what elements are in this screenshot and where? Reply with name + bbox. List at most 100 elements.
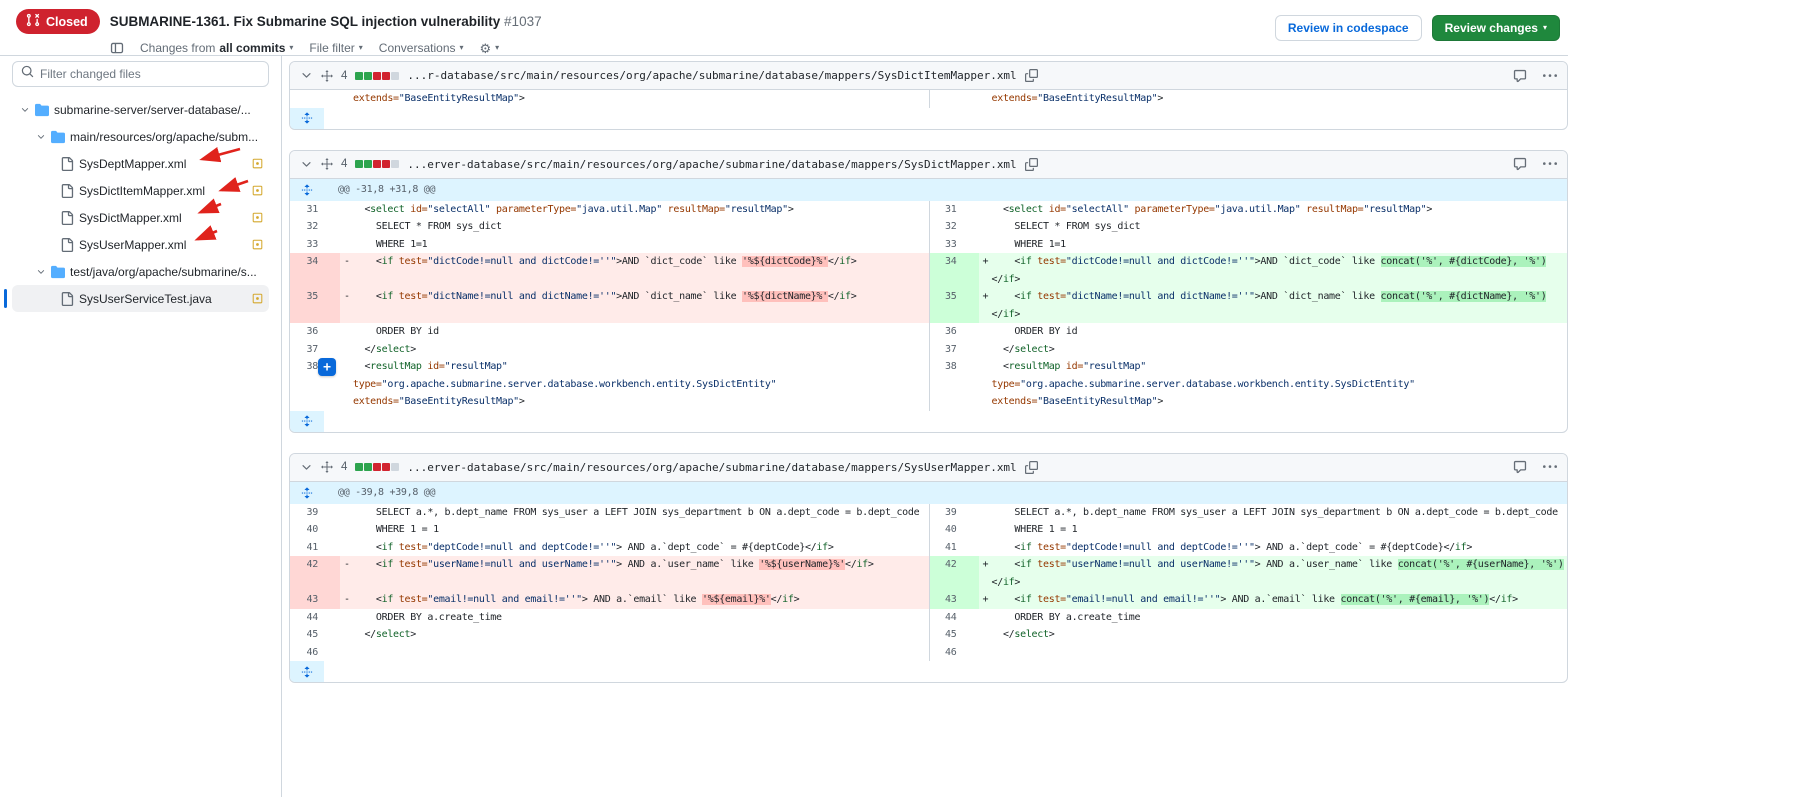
diff-row: 38 <resultMap id="resultMap" type="org.a… [290,358,1567,411]
expand-diff-button[interactable] [290,108,324,129]
code-segment: > AND a.`dept_code` = #{deptCode}</ [616,542,816,553]
line-number[interactable]: 34 [929,253,979,288]
tree-file-sysusermapper-xml[interactable]: SysUserMapper.xml [12,231,269,258]
code-segment: > [1049,629,1055,640]
code-line: <resultMap id="resultMap" [979,358,1568,376]
code-cell: <if test="deptCode!=null and deptCode!='… [979,539,1568,557]
code-line: </if> [979,306,1568,324]
file-filter-box [12,61,269,87]
expand-diff-button[interactable] [290,661,324,682]
file-menu-button[interactable] [1543,157,1557,171]
diff-settings-gear[interactable]: ⚙ ▾ [480,42,500,55]
code-segment: </ [771,594,782,605]
code-cell: WHERE 1=1 [340,236,929,254]
code-segment: SELECT a.*, b.dept_name FROM sys_user a … [353,507,919,518]
line-number[interactable]: 46 [290,644,340,662]
line-number[interactable]: 37 [290,341,340,359]
comments-toggle-button[interactable] [1513,69,1527,83]
line-number[interactable] [929,90,979,108]
line-number[interactable]: 31 [929,201,979,219]
collapse-file-button[interactable] [300,69,313,82]
copy-path-button[interactable] [1025,461,1038,474]
copy-path-button[interactable] [1025,158,1038,171]
code-segment: resultMap= [662,204,725,215]
line-number[interactable]: 43 [290,591,340,609]
copy-path-button[interactable] [1025,69,1038,82]
line-number[interactable]: 45 [290,626,340,644]
tree-file-sysuserservicetest-java[interactable]: SysUserServiceTest.java [12,285,269,312]
file-path[interactable]: ...erver-database/src/main/resources/org… [407,158,1016,171]
expand-diff-button[interactable] [290,411,324,432]
line-number[interactable]: 42 [929,556,979,591]
changes-from-dropdown[interactable]: Changes from all commits ▾ [140,41,293,55]
code-line: ORDER BY id [979,323,1568,341]
move-icon [321,461,333,473]
tree-item-label: SysUserMapper.xml [79,238,186,252]
tree-folder-main-resources-org-apache-subm[interactable]: main/resources/org/apache/subm... [12,123,269,150]
tree-file-sysdictmapper-xml[interactable]: SysDictMapper.xml [12,204,269,231]
comments-toggle-button[interactable] [1513,157,1527,171]
line-number[interactable]: 33 [290,236,340,254]
line-number[interactable]: 39 [290,504,340,522]
diff-row: 39 SELECT a.*, b.dept_name FROM sys_user… [290,504,1567,522]
line-number[interactable]: 36 [290,323,340,341]
comments-toggle-button[interactable] [1513,460,1527,474]
modified-icon [252,158,263,169]
code-line: </select> [979,626,1568,644]
diff-sign [979,626,992,644]
file-path[interactable]: ...r-database/src/main/resources/org/apa… [407,69,1016,82]
line-number[interactable]: 32 [929,218,979,236]
line-number[interactable]: 39 [929,504,979,522]
file-filter-input[interactable] [40,67,260,81]
tree-folder-test-java-org-apache-submarine-s[interactable]: test/java/org/apache/submarine/s... [12,258,269,285]
line-number[interactable]: 37 [929,341,979,359]
line-number[interactable]: 43 [929,591,979,609]
code-segment: WHERE 1 = 1 [992,524,1078,535]
line-number[interactable]: 32 [290,218,340,236]
conversations-dropdown[interactable]: Conversations ▾ [379,41,464,55]
code-segment: if [1020,256,1031,267]
code-line: SELECT * FROM sys_dict [340,218,929,236]
expand-hunk-button[interactable] [290,179,324,201]
collapse-file-button[interactable] [300,158,313,171]
diffstat-square-del [382,160,390,168]
add-comment-button[interactable]: + [318,358,336,376]
line-number[interactable]: 33 [929,236,979,254]
code-segment: "BaseEntityResultMap" [399,93,519,104]
file-menu-button[interactable] [1543,69,1557,83]
line-number[interactable]: 44 [929,609,979,627]
file-menu-button[interactable] [1543,460,1557,474]
line-number[interactable]: 35 [290,288,340,323]
diff-row: 44 ORDER BY a.create_time44 ORDER BY a.c… [290,609,1567,627]
line-number[interactable]: 44 [290,609,340,627]
tree-file-sysdictitemmapper-xml[interactable]: SysDictItemMapper.xml [12,177,269,204]
line-number[interactable]: 34 [290,253,340,288]
review-changes-button[interactable]: Review changes ▾ [1432,15,1560,41]
sidebar-toggle-button[interactable] [110,41,124,55]
code-segment: test= [393,542,427,553]
collapse-file-button[interactable] [300,461,313,474]
line-number[interactable]: 31 [290,201,340,219]
code-segment: < [353,559,382,570]
file-path[interactable]: ...erver-database/src/main/resources/org… [407,461,1016,474]
line-number[interactable] [290,90,340,108]
line-number[interactable]: 35 [929,288,979,323]
line-number[interactable]: 36 [929,323,979,341]
line-number[interactable]: 40 [929,521,979,539]
diffstat-square-neutral [391,160,399,168]
code-segment: if [856,559,867,570]
line-number[interactable]: 45 [929,626,979,644]
line-number[interactable]: 42 [290,556,340,591]
line-number[interactable]: 46 [929,644,979,662]
line-number[interactable]: 40 [290,521,340,539]
tree-file-sysdeptmapper-xml[interactable]: SysDeptMapper.xml [12,150,269,177]
tree-folder-submarine-server-server-database[interactable]: submarine-server/server-database/... [12,96,269,123]
review-in-codespace-button[interactable]: Review in codespace [1275,15,1422,41]
line-number[interactable]: 41 [290,539,340,557]
line-number[interactable]: 41 [929,539,979,557]
diff-file-card: 4...erver-database/src/main/resources/or… [289,453,1568,684]
line-number[interactable]: 38 [929,358,979,411]
expand-hunk-button[interactable] [290,482,324,504]
code-line: - <if test="dictCode!=null and dictCode!… [340,253,929,271]
file-filter-dropdown[interactable]: File filter ▾ [309,41,362,55]
